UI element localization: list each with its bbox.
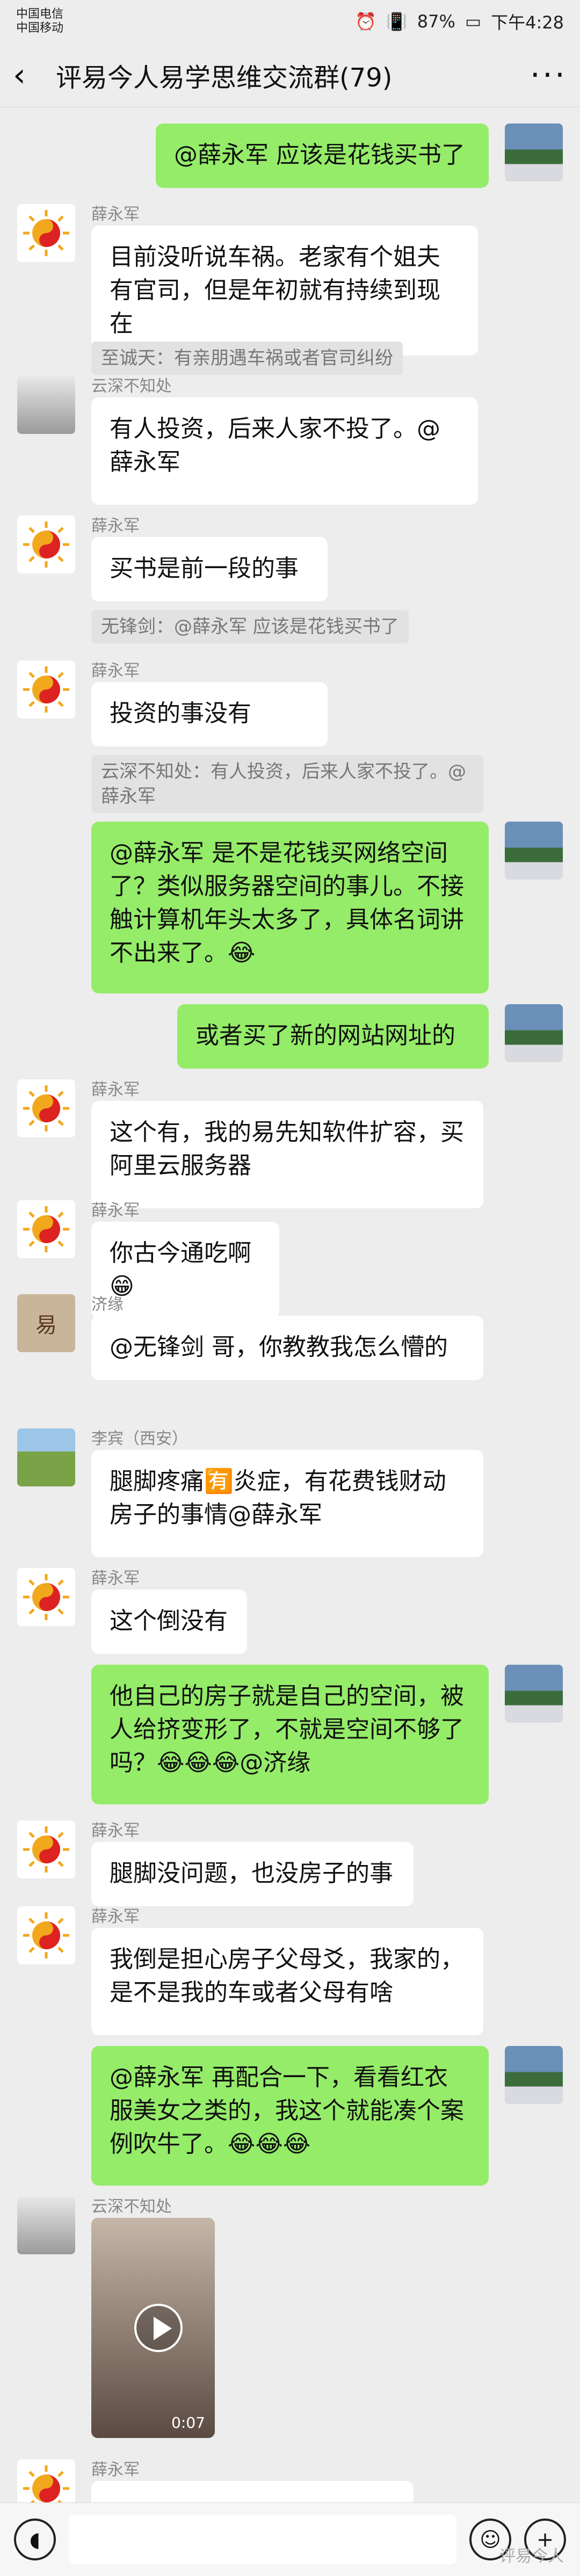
video-message[interactable]: 0:07 [91,2218,215,2438]
avatar[interactable] [505,1665,563,1723]
battery-icon: ▭ [465,11,482,32]
sender-name: 薛永军 [91,1201,140,1220]
message-bubble[interactable]: 投资的事没有 [91,682,328,746]
sender-name: 薛永军 [91,662,140,680]
message-bubble[interactable]: 他自己的房子就是自己的空间，被人给挤变形了，不就是空间不够了吗？😂😂😂@济缘 [91,1665,489,1804]
avatar[interactable] [17,2196,75,2254]
group-title: 评易今人易学思维交流群(79) [56,62,393,93]
battery-level: 87% [417,11,455,32]
carrier-1: 中国电信 [16,8,64,21]
message-bubble[interactable]: 腿脚没问题，也没房子的事 [91,1842,414,1906]
message-bubble[interactable]: @薛永军 再配合一下，看看红衣服美女之类的，我这个就能凑个案例吹牛了。😂😂😂 [91,2046,489,2186]
quoted-message[interactable]: 至诚天：有亲朋遇车祸或者官司纠纷 [91,342,403,375]
avatar[interactable] [505,2046,563,2104]
avatar[interactable] [17,376,75,434]
play-icon[interactable] [134,2304,183,2352]
sender-name: 薛永军 [91,1822,140,1840]
chat-header: ‹ 评易今人易学思维交流群(79) ··· [0,43,580,107]
message-bubble[interactable]: @无锋剑 哥，你教教我怎么懵的 [91,1316,483,1380]
avatar[interactable]: 易 [17,1294,75,1352]
message-bubble[interactable]: 腿脚疼痛🈶炎症，有花费钱财动房子的事情@薛永军 [91,1450,483,1557]
message-bubble[interactable]: @薛永军 应该是花钱买书了 [156,124,489,188]
avatar[interactable] [505,1004,563,1062]
voice-icon[interactable]: ◖ [14,2519,56,2560]
message-bubble[interactable]: 目前没听说车祸。老家有个姐夫有官司，但是年初就有持续到现在 [91,226,478,355]
back-icon[interactable]: ‹ [13,56,56,94]
more-icon[interactable]: ··· [530,56,567,94]
avatar[interactable] [17,1906,75,1964]
clock: 下午4:28 [491,12,564,33]
quoted-message[interactable]: 无锋剑：@薛永军 应该是花钱买书了 [91,610,409,643]
quoted-message[interactable]: 云深不知处：有人投资，后来人家不投了。@薛永军 [91,755,483,813]
status-bar: 中国电信 中国移动 ⏰ 📳 87% ▭ 下午4:28 [0,0,580,43]
vibrate-icon: 📳 [386,11,408,32]
message-list[interactable]: @薛永军 应该是花钱买书了 薛永军 目前没听说车祸。老家有个姐夫有官司，但是年初就有… [0,107,580,2502]
message-bubble[interactable]: @薛永军 是不是花钱买网络空间了？类似服务器空间的事儿。不接触计算机年头太多了，… [91,822,489,993]
sender-name: 薛永军 [91,1080,140,1099]
avatar[interactable] [17,1428,75,1486]
message-bubble[interactable]: 买书是前一段的事 [91,537,328,601]
message-bubble[interactable]: 有人投资，后来人家不投了。@薛永军 [91,397,478,505]
input-bar: ◖ ☺ + [0,2502,580,2576]
sender-name: 李宾（西安） [91,1430,188,1448]
watermark: 评易今人 [499,2547,564,2566]
message-bubble[interactable]: 我倒是担心房子父母爻，我家的，是不是我的车或者父母有啥 [91,1928,483,2035]
avatar[interactable] [17,516,75,574]
message-bubble[interactable] [91,2481,414,2502]
avatar[interactable] [17,1568,75,1626]
avatar[interactable] [17,204,75,262]
carrier-2: 中国移动 [16,21,64,35]
avatar[interactable] [17,661,75,719]
sender-name: 薛永军 [91,1569,140,1588]
avatar[interactable] [17,1200,75,1258]
message-input[interactable] [69,2515,456,2564]
message-bubble[interactable]: 这个倒没有 [91,1590,247,1654]
avatar[interactable] [17,1079,75,1137]
message-bubble[interactable]: 这个有，我的易先知软件扩容，买阿里云服务器 [91,1101,483,1208]
sender-name: 云深不知处 [91,2197,172,2216]
video-duration: 0:07 [171,2414,205,2432]
avatar[interactable] [17,1820,75,1878]
avatar[interactable] [17,2459,75,2502]
alarm-icon: ⏰ [355,11,376,32]
status-right: ⏰ 📳 87% ▭ 下午4:28 [355,9,564,34]
avatar[interactable] [505,124,563,182]
sender-name: 薛永军 [91,2461,140,2479]
carrier-info: 中国电信 中国移动 [16,8,63,35]
message-bubble[interactable]: 或者买了新的网站网址的 [177,1004,489,1069]
sender-name: 薛永军 [91,205,140,224]
avatar[interactable] [505,822,563,880]
sender-name: 薛永军 [91,517,140,535]
sender-name: 济缘 [91,1295,124,1314]
sender-name: 薛永军 [91,1907,140,1926]
sender-name: 云深不知处 [91,377,172,396]
